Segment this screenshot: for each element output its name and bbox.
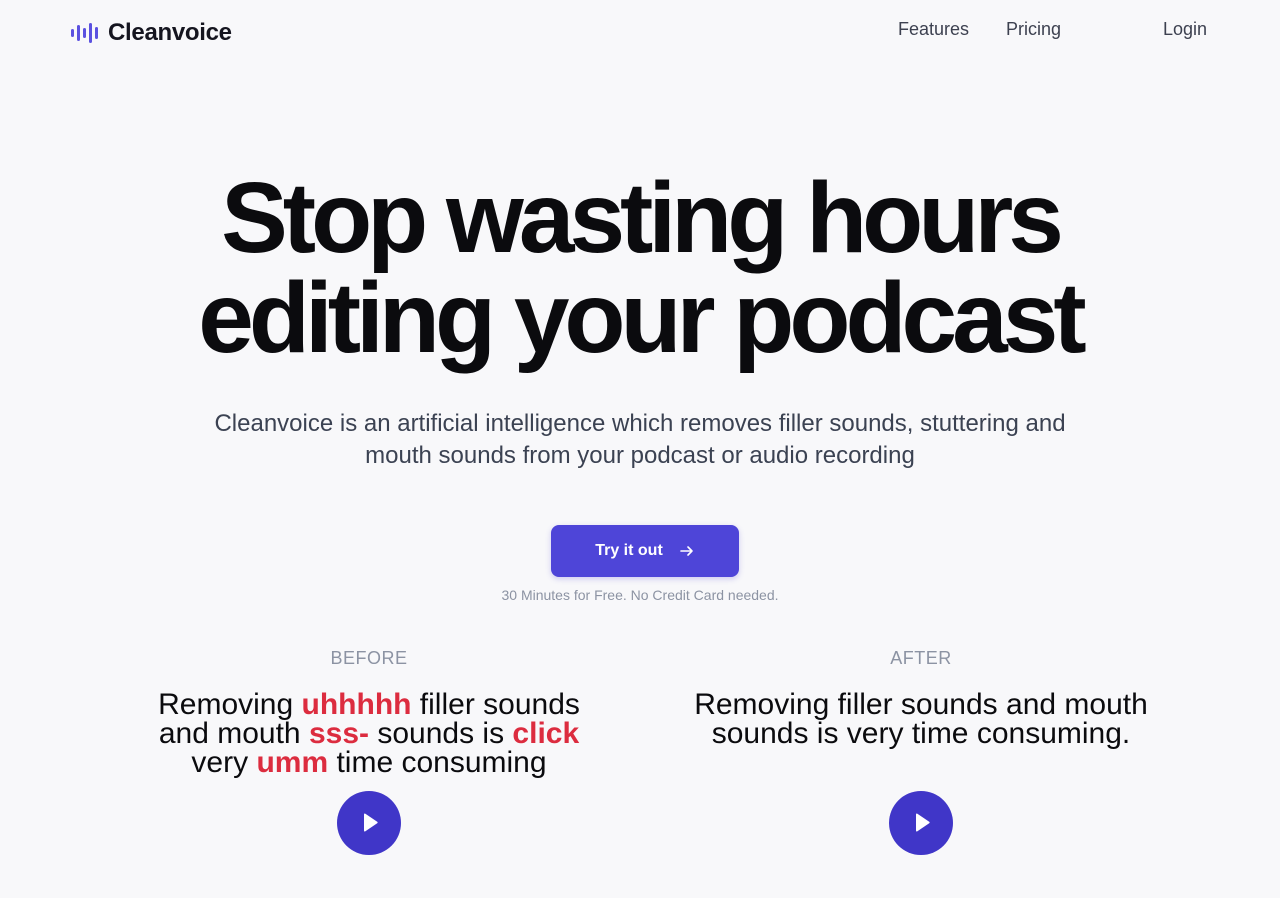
nav-pricing[interactable]: Pricing <box>1006 19 1061 40</box>
logo[interactable]: Cleanvoice <box>70 18 232 48</box>
cta-note: 30 Minutes for Free. No Credit Card need… <box>501 587 779 603</box>
after-play-button[interactable] <box>889 791 953 855</box>
before-text-4: very <box>191 746 257 779</box>
hero-title-line-1: Stop wasting hours <box>221 162 1064 274</box>
before-label: BEFORE <box>330 648 408 668</box>
hero-subtitle: Cleanvoice is an artificial intelligence… <box>214 410 1066 469</box>
nav-login-link[interactable]: Login <box>1163 19 1207 39</box>
try-it-out-button[interactable]: Try it out <box>551 525 739 577</box>
logo-text: Cleanvoice <box>108 19 232 46</box>
hero-title-line-2: editing your podcast <box>198 262 1086 374</box>
nav-features[interactable]: Features <box>898 19 969 40</box>
before-text-5: time consuming <box>328 746 547 779</box>
play-icon <box>916 813 930 832</box>
try-it-out-label: Try it out <box>595 542 663 559</box>
before-sample-text: Removing uhhhhh filler sounds and mouth … <box>129 690 609 779</box>
hero-title: Stop wasting hours editing your podcast <box>0 168 1280 368</box>
waveform-icon <box>71 23 98 43</box>
after-sample-text: Removing filler sounds and mouth sounds … <box>694 688 1148 750</box>
nav-pricing-link[interactable]: Pricing <box>1006 19 1061 39</box>
filler-word-umm: umm <box>256 746 329 779</box>
site-header: Cleanvoice Features Pricing Login <box>0 0 1280 64</box>
after-label: AFTER <box>890 648 952 668</box>
play-icon <box>364 813 378 832</box>
before-play-button[interactable] <box>337 791 401 855</box>
arrow-right-icon <box>679 546 693 556</box>
nav-login[interactable]: Login <box>1163 19 1207 40</box>
nav-features-link[interactable]: Features <box>898 19 969 39</box>
